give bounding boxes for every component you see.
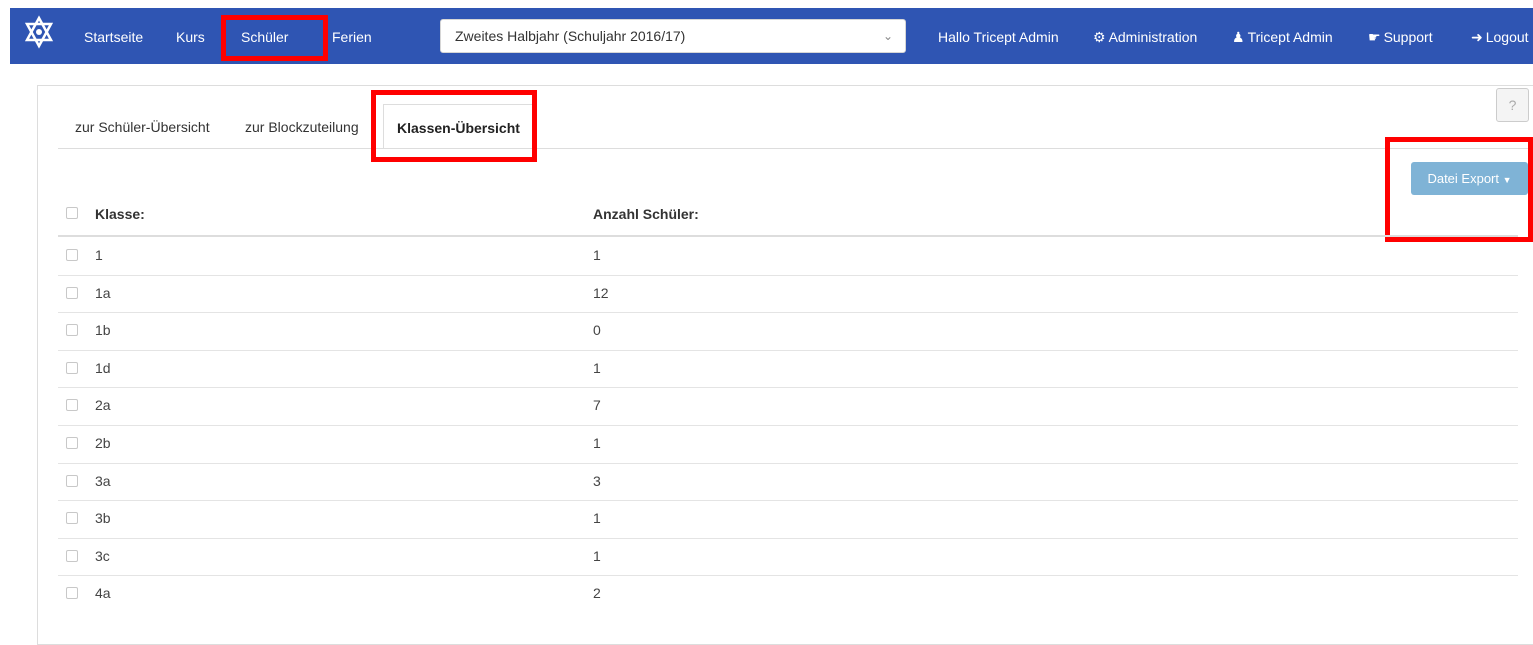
cell-klasse: 2a	[95, 397, 111, 414]
cell-anzahl: 2	[593, 585, 601, 602]
row-checkbox[interactable]	[66, 587, 78, 600]
cell-klasse: 2b	[95, 435, 111, 451]
tab-blockzuteilung[interactable]: zur Blockzuteilung	[245, 104, 359, 148]
cell-anzahl: 1	[593, 247, 601, 263]
logout-icon: ➜	[1471, 29, 1483, 45]
table-row-divider	[58, 274, 1518, 276]
header-klasse: Klasse:	[95, 206, 145, 222]
row-checkbox[interactable]	[66, 399, 78, 412]
row-checkbox[interactable]	[66, 249, 78, 261]
cell-klasse: 3b	[95, 510, 111, 527]
nav-administration[interactable]: ⚙ Administration	[1093, 8, 1197, 64]
datei-export-button[interactable]: Datei Export ▼	[1411, 162, 1528, 195]
nav-ferien[interactable]: Ferien	[332, 8, 372, 64]
table-row-divider	[58, 312, 1518, 314]
cell-anzahl: 1	[593, 547, 601, 564]
header-divider	[58, 235, 1518, 237]
export-label: Datei Export	[1427, 171, 1499, 186]
logo-icon[interactable]	[24, 15, 54, 49]
table-row-divider	[58, 349, 1518, 351]
cell-klasse: 4a	[95, 585, 111, 602]
nav-administration-label: Administration	[1108, 29, 1198, 45]
cell-anzahl: 7	[593, 397, 601, 414]
top-strip	[0, 0, 1533, 8]
cell-anzahl: 12	[593, 284, 609, 301]
user-icon: ♟	[1232, 29, 1245, 45]
term-select[interactable]: Zweites Halbjahr (Schuljahr 2016/17) ⌄	[440, 19, 906, 53]
gear-icon: ⚙	[1093, 29, 1106, 45]
cell-anzahl: 1	[593, 510, 601, 527]
row-checkbox[interactable]	[66, 549, 78, 562]
caret-down-icon: ▼	[1502, 175, 1512, 185]
row-checkbox[interactable]	[66, 286, 78, 299]
nav-startseite[interactable]: Startseite	[84, 8, 143, 64]
row-checkbox[interactable]	[66, 512, 78, 525]
table-row-divider	[58, 575, 1518, 577]
cell-klasse: 1d	[95, 359, 111, 376]
cell-klasse: 1a	[95, 284, 111, 301]
help-button[interactable]: ?	[1496, 88, 1529, 122]
nav-greeting[interactable]: Hallo Tricept Admin	[938, 8, 1059, 64]
tab-klassen-uebersicht[interactable]: Klassen-Übersicht	[383, 104, 534, 149]
tabs-divider	[58, 148, 1533, 149]
row-checkbox[interactable]	[66, 474, 78, 487]
table-row-divider	[58, 425, 1518, 426]
tab-schueler-uebersicht[interactable]: zur Schüler-Übersicht	[75, 104, 210, 148]
row-checkbox[interactable]	[66, 437, 78, 449]
header-anzahl: Anzahl Schüler:	[593, 206, 699, 222]
nav-logout[interactable]: ➜ Logout	[1471, 8, 1529, 64]
cell-klasse: 1b	[95, 322, 111, 339]
navbar: Startseite Kurs Schüler Ferien Zweites H…	[10, 8, 1533, 64]
handshake-icon: ☛	[1368, 29, 1381, 45]
row-checkbox[interactable]	[66, 324, 78, 337]
cell-klasse: 1	[95, 247, 103, 263]
table-row-divider	[58, 462, 1518, 464]
table-row-divider	[58, 387, 1518, 389]
nav-support[interactable]: ☛ Support	[1368, 8, 1433, 64]
content-panel	[37, 85, 1533, 645]
select-all-checkbox[interactable]	[66, 207, 78, 219]
table-row-divider	[58, 537, 1518, 539]
cell-anzahl: 1	[593, 359, 601, 376]
term-select-value: Zweites Halbjahr (Schuljahr 2016/17)	[455, 28, 686, 44]
cell-klasse: 3a	[95, 472, 111, 489]
nav-schueler[interactable]: Schüler	[241, 8, 288, 64]
cell-anzahl: 0	[593, 322, 601, 339]
table-row-divider	[58, 500, 1518, 502]
row-checkbox[interactable]	[66, 361, 78, 374]
cell-anzahl: 3	[593, 472, 601, 489]
cell-klasse: 3c	[95, 547, 110, 564]
cell-anzahl: 1	[593, 435, 601, 451]
chevron-down-icon: ⌄	[882, 29, 893, 43]
nav-user[interactable]: ♟ Tricept Admin	[1232, 8, 1333, 64]
nav-kurse[interactable]: Kurs	[176, 8, 206, 64]
nav-support-label: Support	[1383, 29, 1433, 45]
nav-logout-label: Logout	[1485, 29, 1529, 45]
nav-user-label: Tricept Admin	[1247, 29, 1333, 45]
